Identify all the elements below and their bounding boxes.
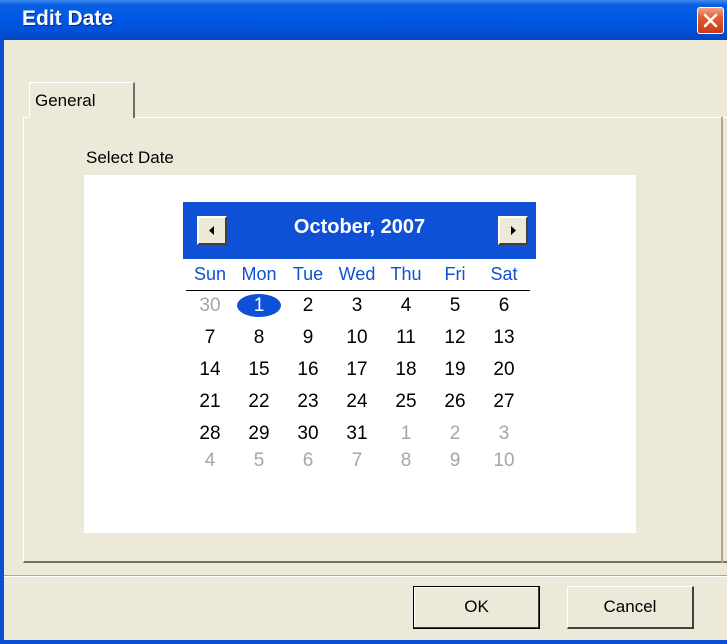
ok-button[interactable]: OK	[413, 586, 540, 629]
select-date-label: Select Date	[86, 148, 174, 167]
month-year-label: October, 2007	[293, 216, 426, 238]
day-cell-selected[interactable]: 1	[235, 293, 283, 318]
window-frame-bottom	[0, 640, 727, 644]
day-cell[interactable]: 28	[186, 421, 234, 446]
weekday-sun: Sun	[193, 264, 227, 284]
day-cell[interactable]: 17	[333, 357, 381, 382]
day-cell[interactable]: 27	[480, 389, 528, 414]
calendar-header: October, 2007	[183, 202, 536, 259]
day-cell[interactable]: 6	[284, 448, 332, 473]
day-cell[interactable]: 4	[186, 448, 234, 473]
day-cell[interactable]: 22	[235, 389, 283, 414]
calendar-day-grid: 30 1 2 3 4 5 6 7 8 9 10 11 12 13 14 15 1…	[186, 293, 530, 473]
tab-general-label: General	[35, 91, 96, 110]
day-cell[interactable]: 26	[431, 389, 479, 414]
tab-panel-shadow	[721, 117, 723, 563]
day-cell[interactable]: 20	[480, 357, 528, 382]
day-cell[interactable]: 15	[235, 357, 283, 382]
day-cell[interactable]: 12	[431, 325, 479, 350]
day-cell[interactable]: 18	[382, 357, 430, 382]
day-cell[interactable]: 7	[186, 325, 234, 350]
day-cell[interactable]: 9	[431, 448, 479, 473]
day-cell[interactable]: 24	[333, 389, 381, 414]
day-cell[interactable]: 1	[382, 421, 430, 446]
day-cell[interactable]: 23	[284, 389, 332, 414]
day-cell[interactable]: 2	[284, 293, 332, 318]
day-cell[interactable]: 14	[186, 357, 234, 382]
day-cell[interactable]: 10	[333, 325, 381, 350]
weekday-sat: Sat	[490, 264, 518, 284]
day-cell[interactable]: 3	[333, 293, 381, 318]
day-cell[interactable]: 7	[333, 448, 381, 473]
title-bar[interactable]: Edit Date	[0, 0, 727, 40]
day-cell[interactable]: 30	[186, 293, 234, 318]
day-cell[interactable]: 2	[431, 421, 479, 446]
day-cell[interactable]: 3	[480, 421, 528, 446]
day-cell[interactable]: 25	[382, 389, 430, 414]
separator-highlight	[4, 576, 727, 577]
cancel-button[interactable]: Cancel	[567, 586, 694, 629]
day-cell[interactable]: 5	[235, 448, 283, 473]
day-cell[interactable]: 13	[480, 325, 528, 350]
day-cell[interactable]: 10	[480, 448, 528, 473]
day-cell[interactable]: 31	[333, 421, 381, 446]
day-cell[interactable]: 30	[284, 421, 332, 446]
triangle-right-icon	[511, 226, 516, 235]
window-title: Edit Date	[22, 7, 114, 30]
day-cell[interactable]: 21	[186, 389, 234, 414]
weekday-fri: Fri	[444, 264, 466, 284]
day-cell[interactable]: 8	[235, 325, 283, 350]
close-icon	[703, 13, 718, 28]
next-month-button[interactable]	[498, 216, 528, 245]
weekday-header-row: Sun Mon Tue Wed Thu Fri Sat	[186, 264, 530, 291]
day-cell[interactable]: 29	[235, 421, 283, 446]
day-cell[interactable]: 8	[382, 448, 430, 473]
weekday-wed: Wed	[338, 264, 376, 284]
day-cell[interactable]: 9	[284, 325, 332, 350]
day-cell[interactable]: 19	[431, 357, 479, 382]
day-cell[interactable]: 11	[382, 325, 430, 350]
day-cell[interactable]: 16	[284, 357, 332, 382]
day-cell[interactable]: 5	[431, 293, 479, 318]
weekday-thu: Thu	[390, 264, 422, 284]
day-cell[interactable]: 4	[382, 293, 430, 318]
weekday-mon: Mon	[241, 264, 277, 284]
window-frame-left	[0, 40, 4, 644]
day-cell[interactable]: 6	[480, 293, 528, 318]
weekday-tue: Tue	[292, 264, 324, 284]
tab-general[interactable]: General	[29, 82, 135, 118]
close-button[interactable]	[697, 7, 724, 34]
